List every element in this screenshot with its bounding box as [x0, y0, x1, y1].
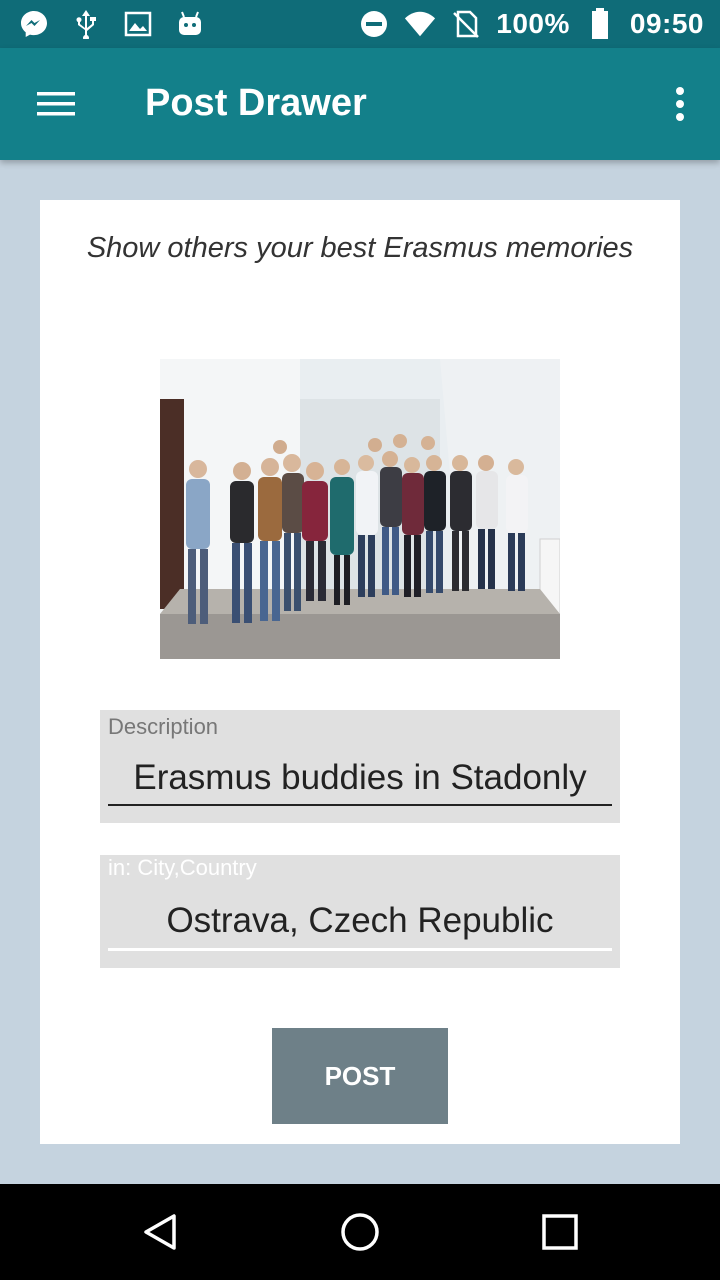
location-input[interactable] — [108, 899, 612, 951]
usb-icon — [70, 8, 102, 40]
recents-icon[interactable] — [528, 1202, 592, 1262]
description-label: Description — [108, 714, 219, 739]
do-not-disturb-icon — [358, 8, 390, 40]
headline: Show others your best Erasmus memories — [86, 232, 634, 264]
more-vert-icon[interactable] — [660, 76, 700, 132]
description-input[interactable] — [108, 758, 612, 806]
battery-percent: 100% — [496, 8, 570, 39]
location-label: in: City,Country — [108, 855, 257, 880]
home-icon[interactable] — [328, 1202, 392, 1262]
app-title: Post Drawer — [145, 82, 367, 124]
battery-icon — [584, 8, 616, 40]
status-bar: 100% 09:50 — [0, 0, 720, 48]
group-photo[interactable] — [160, 359, 560, 659]
no-sim-icon — [450, 8, 482, 40]
back-icon[interactable] — [128, 1202, 192, 1262]
android-icon — [174, 8, 206, 40]
gallery-icon — [122, 8, 154, 40]
messenger-icon — [18, 8, 50, 40]
hamburger-menu-icon[interactable] — [24, 80, 88, 128]
description-field: Description — [100, 710, 620, 823]
post-card: Show others your best Erasmus memories D… — [40, 200, 680, 1144]
app-bar: Post Drawer — [0, 48, 720, 160]
location-field: in: City,Country — [100, 855, 620, 968]
post-button[interactable]: POST — [272, 1028, 448, 1124]
clock: 09:50 — [629, 8, 704, 39]
navigation-bar — [0, 1184, 720, 1280]
wifi-icon — [404, 8, 436, 40]
